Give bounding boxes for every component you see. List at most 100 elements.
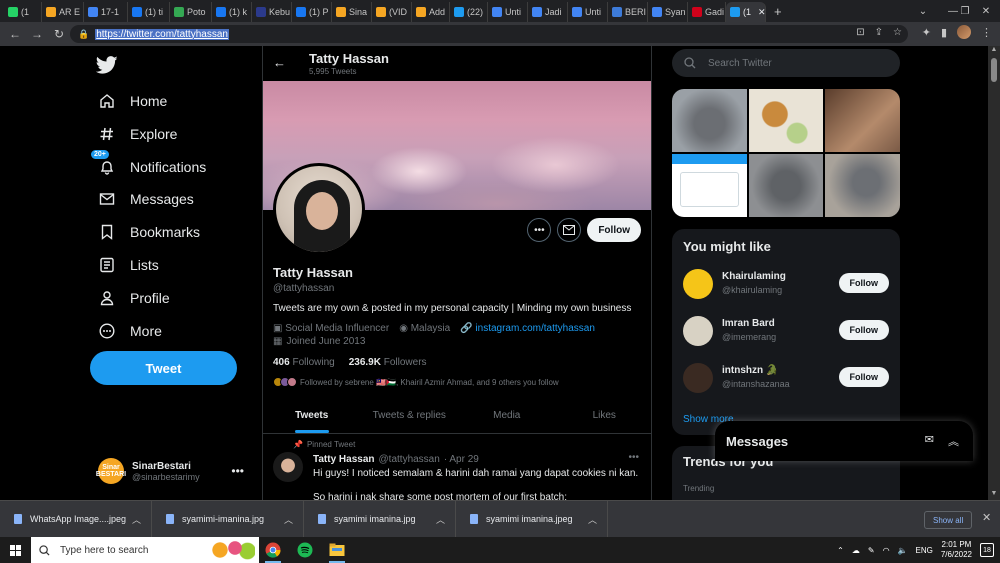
- chevron-up-icon[interactable]: ︿: [436, 513, 445, 526]
- media-thumb[interactable]: [825, 154, 900, 217]
- account-more-icon[interactable]: •••: [231, 464, 244, 478]
- scroll-thumb[interactable]: [991, 58, 997, 82]
- new-message-icon[interactable]: ✉: [925, 433, 934, 449]
- browser-tab[interactable]: (1) k: [212, 2, 252, 22]
- download-item[interactable]: WhatsApp Image....jpeg ︿: [0, 500, 152, 538]
- back-arrow-icon[interactable]: ←: [273, 55, 286, 70]
- sidebar-item-more[interactable]: More: [98, 322, 162, 340]
- new-tab-button[interactable]: +: [774, 4, 782, 19]
- twitter-logo-icon[interactable]: [96, 54, 118, 76]
- download-item[interactable]: syamimi-imanina.jpg ︿: [152, 500, 304, 538]
- browser-tab[interactable]: (1) P: [292, 2, 332, 22]
- suggestion-row[interactable]: intnshzn 🐊 @intanshazanaa Follow: [683, 361, 889, 397]
- link-item[interactable]: 🔗 instagram.com/tattyhassan: [460, 323, 595, 334]
- extensions-icon[interactable]: ✦: [922, 26, 931, 39]
- show-all-button[interactable]: Show all: [924, 511, 973, 529]
- browser-tab[interactable]: 17-1: [84, 2, 128, 22]
- follow-button[interactable]: Follow: [587, 218, 641, 242]
- suggestion-row[interactable]: Khairulaming @khairulaming Follow: [683, 267, 889, 303]
- suggestion-row[interactable]: Imran Bard @imemerang Follow: [683, 314, 889, 350]
- browser-tab[interactable]: Gadi: [688, 2, 726, 22]
- suggestion-avatar[interactable]: [683, 316, 713, 346]
- browser-tab[interactable]: Add: [412, 2, 450, 22]
- followers-link[interactable]: 236.9K Followers: [349, 357, 427, 368]
- tweet-avatar[interactable]: [273, 452, 303, 482]
- sidebar-item-explore[interactable]: Explore: [98, 125, 177, 143]
- back-arrow-icon[interactable]: ←: [4, 23, 26, 45]
- spotify-taskbar-icon[interactable]: [294, 540, 316, 560]
- sidepanel-icon[interactable]: ▮: [941, 26, 947, 39]
- chevron-up-icon[interactable]: ︿: [132, 513, 141, 526]
- message-button[interactable]: [557, 218, 582, 242]
- browser-tab[interactable]: Syan: [648, 2, 688, 22]
- tweet-button[interactable]: Tweet: [90, 351, 237, 385]
- browser-tab[interactable]: AR E: [42, 2, 84, 22]
- browser-tab[interactable]: Unti: [568, 2, 608, 22]
- sidebar-item-bookmarks[interactable]: Bookmarks: [98, 223, 200, 241]
- tweet-date[interactable]: · Apr 29: [444, 454, 479, 465]
- search-box[interactable]: Search Twitter: [672, 49, 900, 77]
- profile-avatar-image[interactable]: [273, 163, 365, 255]
- profile-link[interactable]: instagram.com/tattyhassan: [475, 323, 595, 334]
- address-bar[interactable]: 🔒 https://twitter.com/tattyhassan ⊡ ⇪ ☆: [70, 25, 908, 43]
- window-restore-icon[interactable]: ❐: [955, 0, 975, 22]
- clock[interactable]: 2:01 PM 7/6/2022: [941, 540, 972, 560]
- forward-arrow-icon[interactable]: →: [26, 23, 48, 45]
- menu-kebab-icon[interactable]: ⋮: [981, 26, 992, 39]
- taskbar-search[interactable]: Type here to search: [31, 537, 259, 563]
- suggestion-name[interactable]: Khairulaming: [722, 271, 786, 282]
- sidebar-item-profile[interactable]: Profile: [98, 289, 170, 307]
- tweet-author-name[interactable]: Tatty Hassan: [313, 454, 375, 465]
- language-indicator[interactable]: ENG: [916, 546, 933, 555]
- browser-tab[interactable]: Kebu: [252, 2, 292, 22]
- chevron-up-icon[interactable]: ︿: [284, 513, 293, 526]
- tab-likes[interactable]: Likes: [556, 398, 652, 433]
- download-item[interactable]: syamimi imanina.jpeg ︿: [456, 500, 608, 538]
- browser-tab[interactable]: BERI: [608, 2, 648, 22]
- suggestion-follow-button[interactable]: Follow: [838, 367, 889, 387]
- wifi-icon[interactable]: ◠: [883, 546, 890, 555]
- suggestion-avatar[interactable]: [683, 269, 713, 299]
- media-thumb[interactable]: [672, 154, 747, 217]
- following-link[interactable]: 406 Following: [273, 357, 335, 368]
- sidebar-item-messages[interactable]: Messages: [98, 190, 194, 208]
- window-collapse-icon[interactable]: ⌄: [908, 0, 938, 22]
- chevron-up-icon[interactable]: ︿: [588, 513, 597, 526]
- tab-tweets-replies[interactable]: Tweets & replies: [361, 398, 459, 433]
- sidebar-item-notifications[interactable]: 20+ Notifications: [90, 149, 206, 176]
- chrome-taskbar-icon[interactable]: [262, 540, 284, 563]
- browser-tab[interactable]: (1 ✕: [726, 2, 766, 22]
- suggestion-follow-button[interactable]: Follow: [838, 273, 889, 293]
- browser-profile-avatar[interactable]: [957, 25, 971, 39]
- sidebar-item-lists[interactable]: Lists: [98, 256, 159, 274]
- pen-icon[interactable]: ✎: [868, 546, 875, 555]
- tab-tweets[interactable]: Tweets: [263, 398, 361, 433]
- suggestion-name[interactable]: intnshzn 🐊: [722, 365, 778, 376]
- browser-tab[interactable]: (1) ti: [128, 2, 170, 22]
- expand-chevrons-icon[interactable]: ︽: [948, 433, 959, 449]
- browser-tab[interactable]: Jadi: [528, 2, 568, 22]
- window-close-icon[interactable]: ✕: [975, 0, 997, 22]
- volume-icon[interactable]: 🔈: [898, 546, 908, 555]
- reload-icon[interactable]: ↻: [48, 23, 70, 45]
- browser-tab[interactable]: (1: [4, 2, 42, 22]
- suggestion-avatar[interactable]: [683, 363, 713, 393]
- tab-media[interactable]: Media: [458, 398, 556, 433]
- browser-tab[interactable]: Unti: [488, 2, 528, 22]
- scroll-up-icon[interactable]: ▲: [988, 46, 1000, 56]
- file-explorer-taskbar-icon[interactable]: [326, 540, 348, 563]
- page-scrollbar[interactable]: ▲ ▼: [988, 46, 1000, 500]
- media-thumb[interactable]: [825, 89, 900, 152]
- browser-tab[interactable]: Sina: [332, 2, 372, 22]
- sidebar-item-home[interactable]: Home: [98, 92, 167, 110]
- start-button[interactable]: [0, 537, 30, 563]
- download-item[interactable]: syamimi imanina.jpg ︿: [304, 500, 456, 538]
- cloud-icon[interactable]: ☁: [852, 546, 860, 555]
- close-shelf-icon[interactable]: ✕: [982, 511, 991, 524]
- browser-tab[interactable]: Poto: [170, 2, 212, 22]
- share-icon[interactable]: ⇪: [875, 27, 883, 38]
- url-text[interactable]: https://twitter.com/tattyhassan: [95, 28, 229, 40]
- close-tab-icon[interactable]: ✕: [758, 7, 765, 18]
- install-icon[interactable]: ⊡: [856, 27, 864, 38]
- more-options-button[interactable]: •••: [527, 218, 552, 242]
